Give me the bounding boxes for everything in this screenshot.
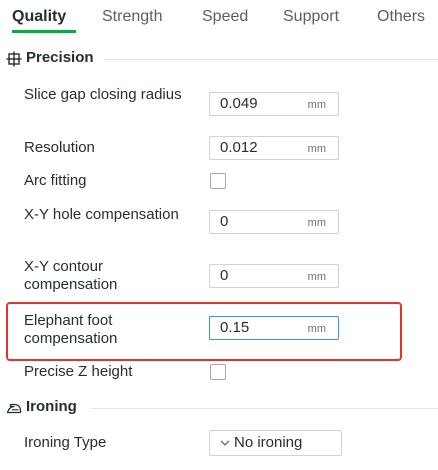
resolution-value: 0.012 xyxy=(220,139,258,156)
unit-label: mm xyxy=(307,323,326,335)
section-precision: Precision xyxy=(0,48,438,72)
iron-icon xyxy=(6,403,22,414)
unit-label: mm xyxy=(307,217,326,229)
elephant-foot-value: 0.15 xyxy=(220,319,250,336)
active-tab-indicator xyxy=(12,30,76,33)
xy-hole-value: 0 xyxy=(220,213,229,230)
resolution-label: Resolution xyxy=(24,139,95,156)
elephant-foot-label: Elephant foot compensation xyxy=(24,312,118,347)
chevron-down-icon xyxy=(220,440,230,446)
tab-quality[interactable]: Quality xyxy=(12,5,66,29)
tab-support[interactable]: Support xyxy=(283,5,339,29)
xy-hole-label: X-Y hole compensation xyxy=(24,206,179,223)
ironing-type-dropdown[interactable]: No ironing xyxy=(209,430,342,456)
section-divider xyxy=(104,59,438,60)
unit-label: mm xyxy=(307,143,326,155)
section-ironing: Ironing xyxy=(0,397,438,421)
slice-gap-label: Slice gap closing radius xyxy=(24,86,182,103)
process-settings-panel: Quality Strength Speed Support Others Pr… xyxy=(0,0,438,470)
tab-strength[interactable]: Strength xyxy=(102,5,162,29)
xy-hole-input[interactable]: 0 mm xyxy=(209,210,339,234)
resolution-input[interactable]: 0.012 mm xyxy=(209,136,339,160)
section-title-precision: Precision xyxy=(26,49,94,66)
unit-label: mm xyxy=(307,99,326,111)
section-divider xyxy=(92,408,438,409)
unit-label: mm xyxy=(307,271,326,283)
settings-tab-bar: Quality Strength Speed Support Others xyxy=(0,0,438,40)
xy-contour-value: 0 xyxy=(220,267,229,284)
tab-speed[interactable]: Speed xyxy=(202,5,248,29)
precision-crosshair-icon xyxy=(6,51,22,67)
slice-gap-input[interactable]: 0.049 mm xyxy=(209,92,339,116)
xy-contour-input[interactable]: 0 mm xyxy=(209,264,339,288)
precise-z-checkbox[interactable] xyxy=(210,364,226,380)
ironing-type-label: Ironing Type xyxy=(24,434,107,451)
section-title-ironing: Ironing xyxy=(26,398,77,415)
tab-others[interactable]: Others xyxy=(377,5,425,29)
elephant-foot-input[interactable]: 0.15 mm xyxy=(209,316,339,340)
precise-z-label: Precise Z height xyxy=(24,363,133,380)
slice-gap-value: 0.049 xyxy=(220,95,258,112)
ironing-type-value: No ironing xyxy=(234,434,303,451)
arc-fitting-checkbox[interactable] xyxy=(210,173,226,189)
xy-contour-label: X-Y contour compensation xyxy=(24,258,118,293)
arc-fitting-label: Arc fitting xyxy=(24,172,87,189)
